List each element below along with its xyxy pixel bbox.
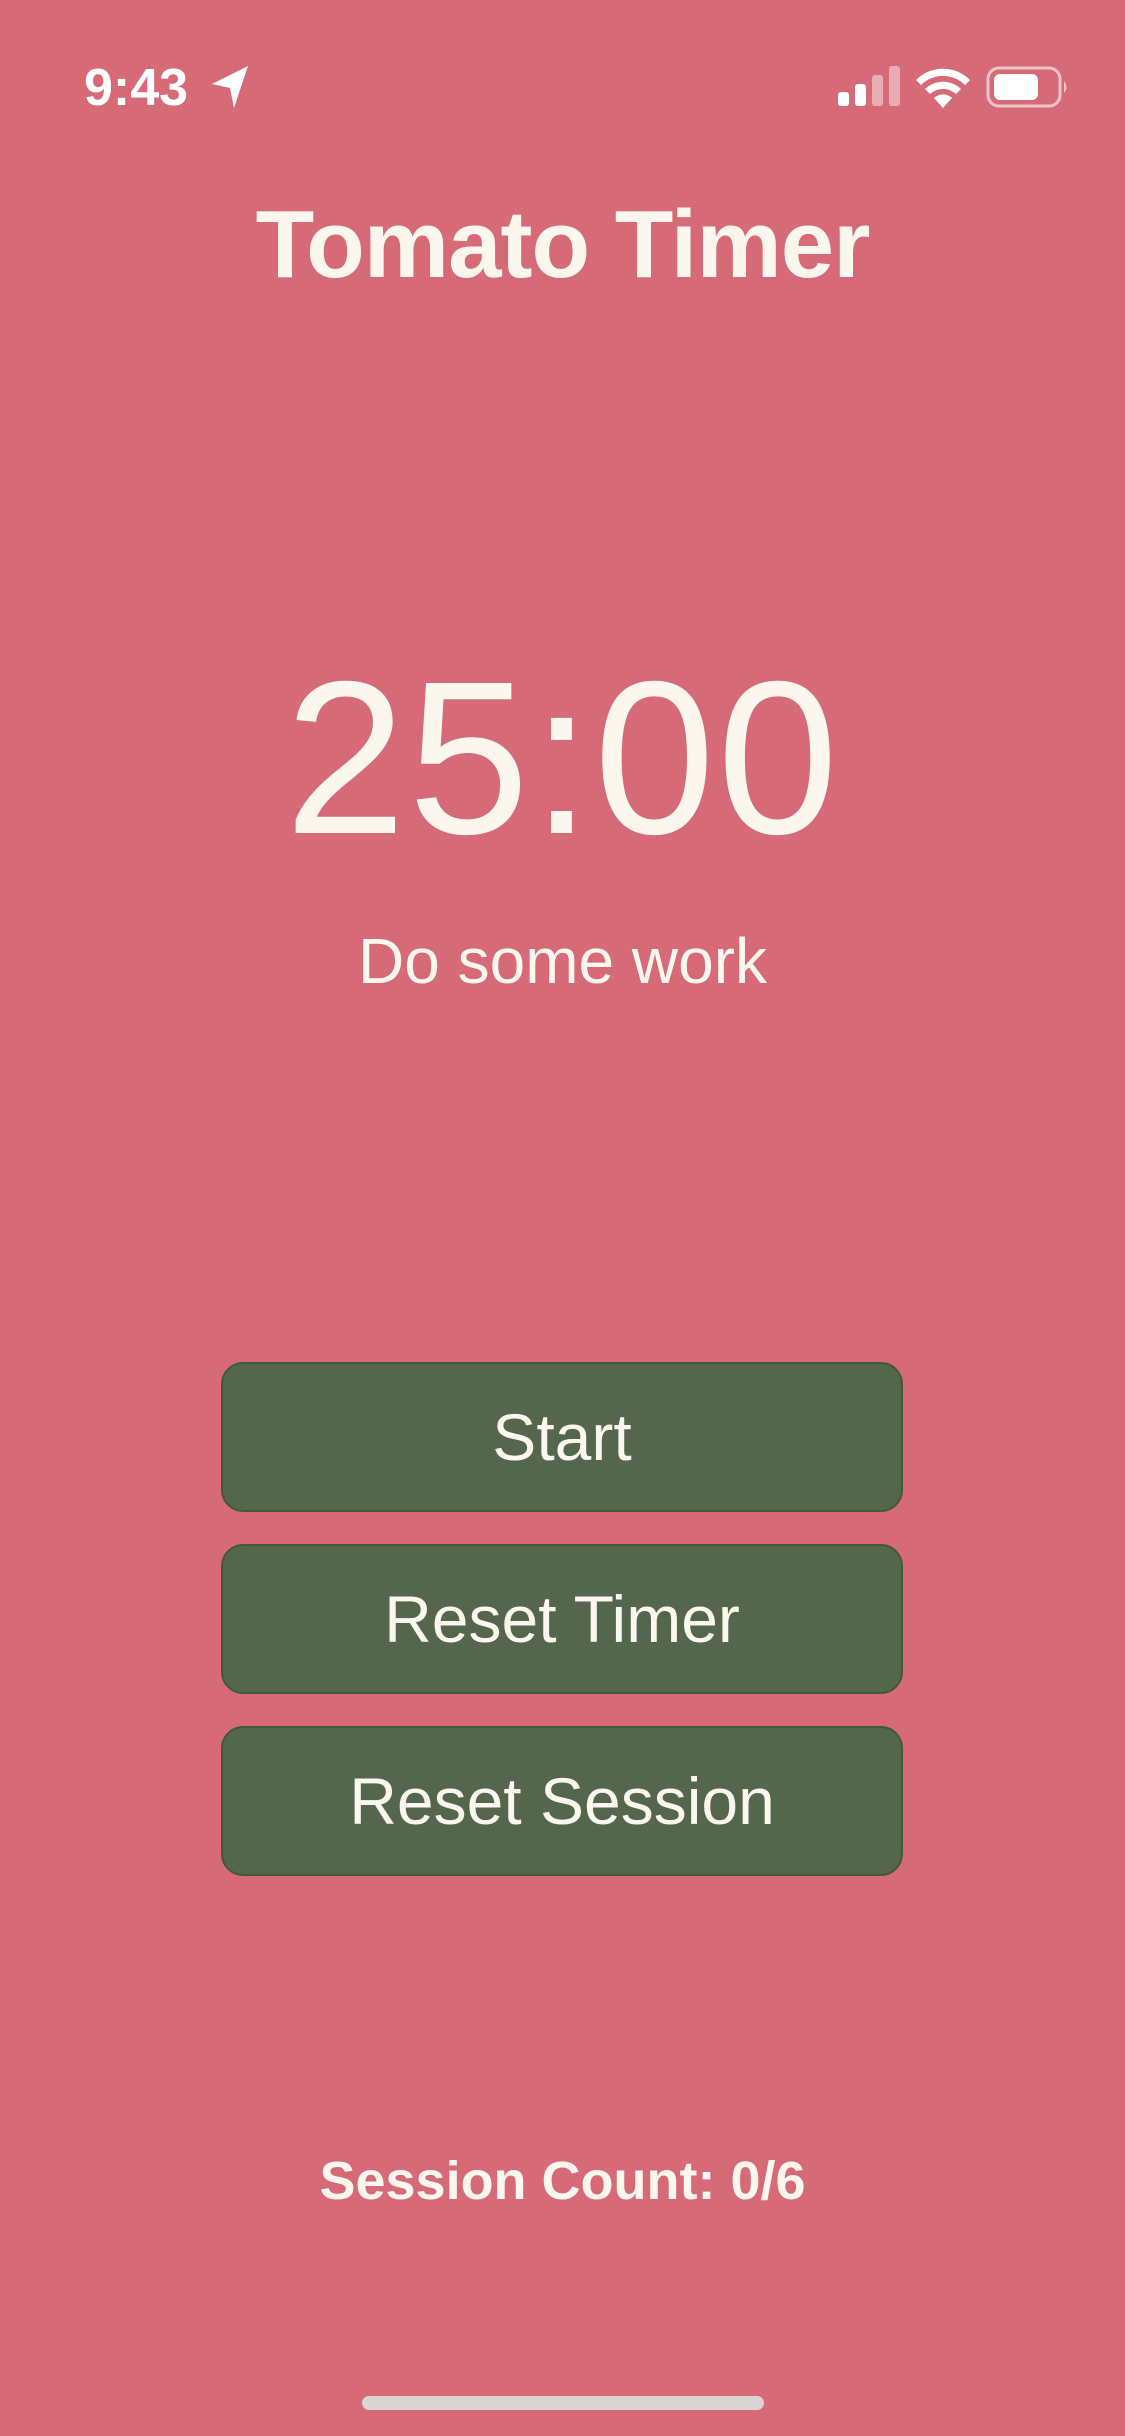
timer-phase-label: Do some work — [358, 925, 767, 997]
home-indicator[interactable] — [362, 2396, 764, 2410]
status-bar: 9:43 — [0, 0, 1125, 140]
reset-timer-button[interactable]: Reset Timer — [221, 1544, 903, 1694]
battery-icon — [986, 66, 1067, 108]
session-count-label: Session Count: 0/6 — [319, 2151, 806, 2211]
reset-session-button[interactable]: Reset Session — [221, 1726, 903, 1876]
location-arrow-icon — [212, 66, 248, 108]
cellular-signal-icon — [838, 66, 900, 106]
timer-display: 25:00 — [284, 637, 841, 880]
app-title: Tomato Timer — [255, 191, 871, 298]
start-button[interactable]: Start — [221, 1362, 903, 1512]
status-time: 9:43 — [84, 59, 189, 117]
wifi-icon — [916, 68, 970, 108]
